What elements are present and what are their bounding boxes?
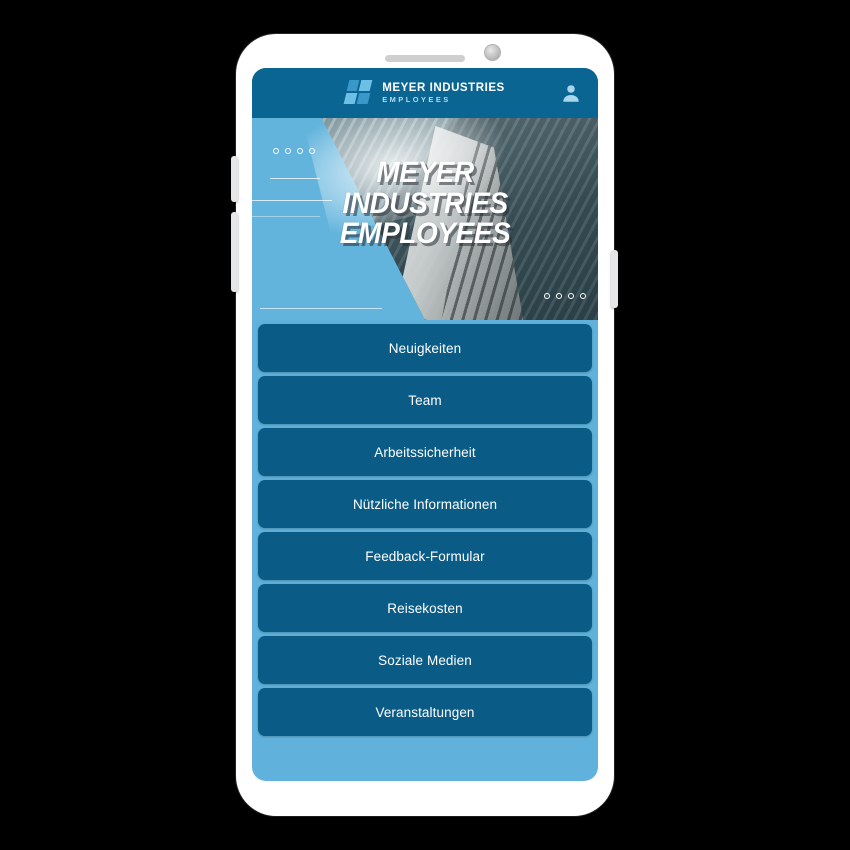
menu-item-feedback-formular[interactable]: Feedback-Formular (258, 532, 592, 580)
brand-title: MEYER INDUSTRIES (382, 81, 505, 94)
main-menu: Neuigkeiten Team Arbeitssicherheit Nützl… (252, 320, 598, 736)
brand-subtitle: EMPLOYEES (382, 95, 451, 105)
decorative-dots-top (273, 148, 315, 154)
hero-title-line-1: MEYER (376, 156, 474, 189)
hero-title: MEYER INDUSTRIES EMPLOYEES (262, 156, 587, 251)
hero-banner: MEYER INDUSTRIES EMPLOYEES (252, 118, 598, 320)
menu-item-veranstaltungen[interactable]: Veranstaltungen (258, 688, 592, 736)
decorative-dots-bottom (544, 293, 586, 299)
earpiece-speaker-icon (385, 55, 465, 62)
person-account-icon[interactable] (560, 82, 582, 104)
menu-item-arbeitssicherheit[interactable]: Arbeitssicherheit (258, 428, 592, 476)
menu-item-reisekosten[interactable]: Reisekosten (258, 584, 592, 632)
menu-item-soziale-medien[interactable]: Soziale Medien (258, 636, 592, 684)
phone-screen: MEYER INDUSTRIES EMPLOYEES MEYER INDUSTR… (252, 68, 598, 781)
hero-title-line-2: INDUSTRIES (342, 186, 508, 220)
brand-block[interactable]: MEYER INDUSTRIES EMPLOYEES (343, 79, 505, 107)
volume-up-button[interactable] (231, 156, 238, 202)
menu-item-neuigkeiten[interactable]: Neuigkeiten (258, 324, 592, 372)
decorative-line (260, 308, 382, 309)
four-tile-logo-icon (343, 79, 373, 107)
power-button[interactable] (611, 250, 618, 308)
volume-down-button[interactable] (231, 212, 238, 292)
app-header: MEYER INDUSTRIES EMPLOYEES (252, 68, 598, 118)
menu-item-nuetzliche-informationen[interactable]: Nützliche Informationen (258, 480, 592, 528)
hero-title-line-3: EMPLOYEES (339, 217, 511, 251)
menu-item-team[interactable]: Team (258, 376, 592, 424)
front-camera-icon (484, 44, 501, 61)
